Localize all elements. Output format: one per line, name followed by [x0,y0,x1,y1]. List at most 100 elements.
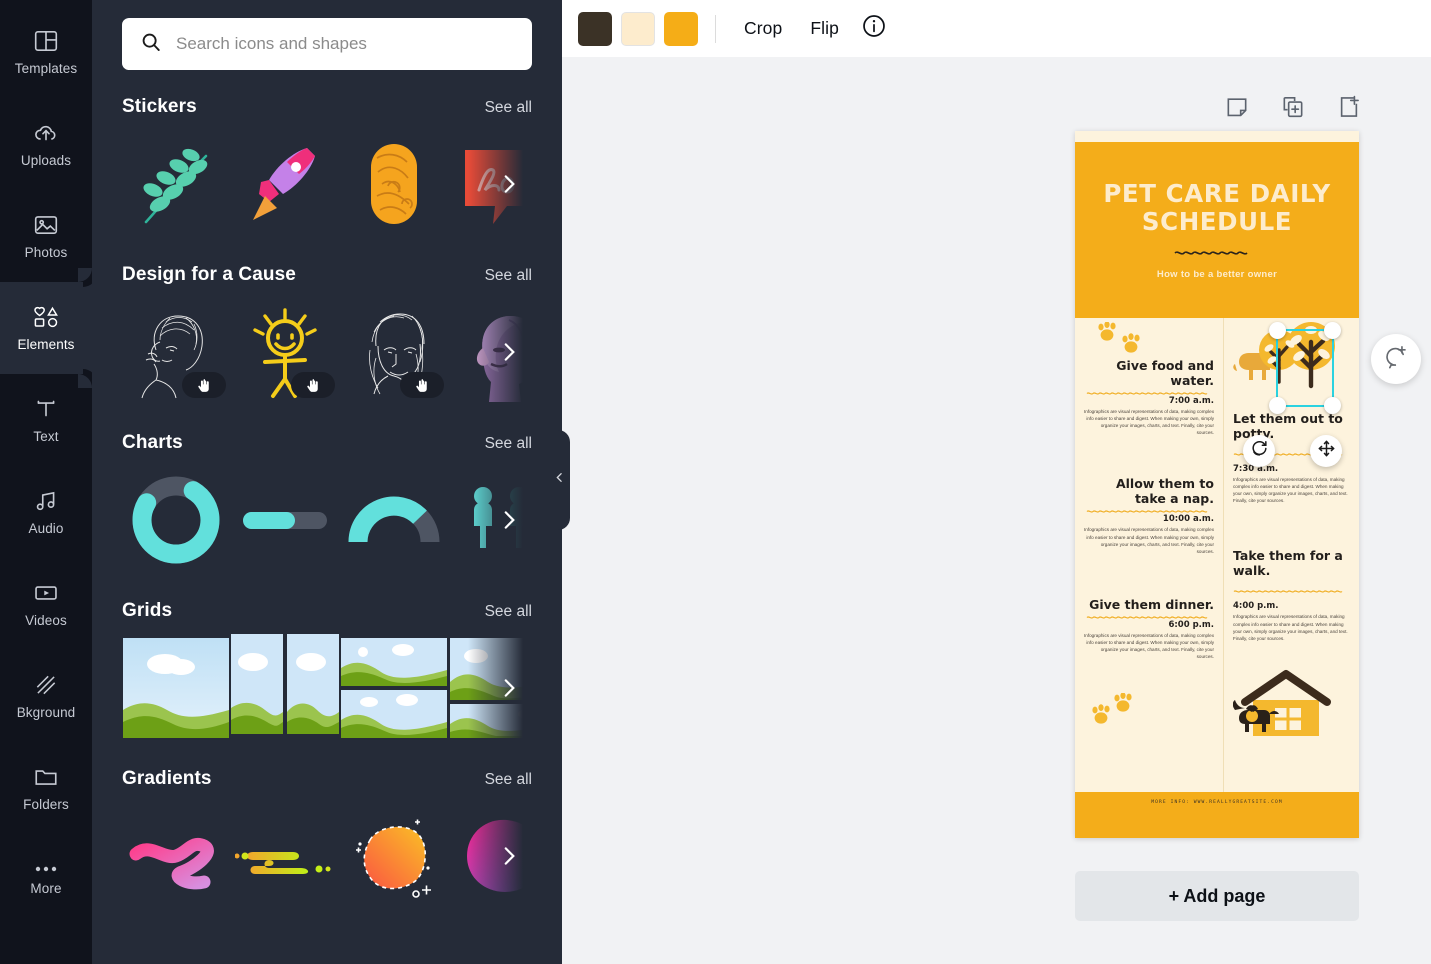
sidebar-item-text[interactable]: Text [0,374,92,466]
schedule-item: Allow them to take a nap. 10:00 a.m. Inf… [1084,476,1214,554]
rocket-sticker[interactable] [231,130,339,238]
schedule-heading: Give food and water. [1116,358,1214,388]
section-charts: Charts See all [92,432,562,574]
sidebar-item-label: Templates [14,61,78,76]
sidebar-item-label: Uploads [20,153,72,168]
text-icon [33,396,59,422]
schedule-body: Infographics are visual representations … [1084,632,1214,660]
section-design-for-a-cause: Design for a Cause See all [92,264,562,406]
top-toolbar: Crop Flip [562,0,1431,57]
gauge-chart[interactable] [340,466,448,574]
color-swatch-1[interactable] [578,11,612,46]
line-art-woman-face[interactable] [340,298,448,406]
info-circle-icon [861,13,887,44]
sticker-row [122,130,532,238]
sidebar-item-uploads[interactable]: Uploads [0,98,92,190]
sidebar-item-bkground[interactable]: Bkground [0,650,92,742]
design-row [122,298,532,406]
section-title: Grids [122,600,173,621]
schedule-time: 4:00 p.m. [1233,601,1279,612]
elements-panel: Stickers See all [92,0,562,964]
see-all-gradients[interactable]: See all [485,771,532,789]
lime-liquid-blob[interactable] [231,802,339,910]
charts-row [122,466,532,574]
schedule-heading: Give them dinner. [1089,596,1214,612]
orange-dashed-blob[interactable] [340,802,448,910]
sidebar-item-videos[interactable]: Videos [0,558,92,650]
chevron-right-icon[interactable] [496,507,522,533]
flip-button[interactable]: Flip [796,10,853,47]
pink-brush-stroke[interactable] [122,802,230,910]
poster-footer: MORE INFO: WWW.REALLYGREATSITE.COM [1075,792,1359,838]
toolbar-divider [715,14,716,43]
duplicate-page-icon[interactable] [1280,94,1306,125]
line-art-woman-profile[interactable] [122,298,230,406]
rotate-icon [1250,439,1269,463]
schedule-body: Infographics are visual representations … [1084,409,1214,436]
see-all-stickers[interactable]: See all [485,99,532,117]
section-header: Stickers See all [122,96,532,118]
resize-handle-top-left[interactable] [1269,322,1286,339]
resize-handle-bottom-right[interactable] [1324,397,1341,414]
chevron-left-icon [553,471,566,489]
house-and-dog-illustration[interactable] [1232,666,1350,745]
see-all-grids[interactable]: See all [485,603,532,621]
grid-two-rows[interactable] [340,634,448,742]
chevron-right-icon[interactable] [496,843,522,869]
hand-drag-icon [182,372,226,398]
search-box[interactable] [122,18,532,70]
search-input[interactable] [176,34,514,54]
resize-handle-bottom-left[interactable] [1269,397,1286,414]
info-button[interactable] [861,13,887,44]
sidebar-item-label: Text [33,429,59,444]
move-button[interactable] [1310,435,1342,467]
crop-button[interactable]: Crop [730,10,796,47]
chevron-right-icon[interactable] [496,339,522,365]
sidebar-item-label: More [30,881,62,896]
notes-icon[interactable] [1224,94,1250,125]
wood-texture-sticker[interactable] [340,130,448,238]
paw-prints-decoration [1091,692,1147,732]
section-header: Design for a Cause See all [122,264,532,286]
selection-box[interactable] [1269,322,1341,414]
templates-icon [33,28,59,54]
sidebar-item-templates[interactable]: Templates [0,6,92,98]
color-swatch-3[interactable] [664,11,698,46]
sidebar-item-folders[interactable]: Folders [0,742,92,834]
sidebar-item-label: Folders [23,797,69,812]
add-page-button[interactable]: + Add page [1075,871,1359,921]
collapse-panel-button[interactable] [548,430,570,530]
chevron-right-icon[interactable] [496,675,522,701]
poster-banner: PET CARE DAILY SCHEDULE How to be a bett… [1075,142,1359,318]
leaf-branch-sticker[interactable] [122,130,230,238]
sidebar-item-audio[interactable]: Audio [0,466,92,558]
see-all-design-for-a-cause[interactable]: See all [485,267,532,285]
schedule-heading: Take them for a walk. [1233,548,1343,579]
progress-bar-chart[interactable] [231,466,339,574]
grid-two-columns[interactable] [231,634,339,742]
poster-column-left: Give food and water. 7:00 a.m. Infograph… [1075,318,1223,792]
donut-chart[interactable] [122,466,230,574]
resize-handle-top-right[interactable] [1324,322,1341,339]
add-page-icon[interactable] [1336,94,1362,125]
schedule-heading: Allow them to take a nap. [1115,476,1214,507]
sidebar-item-more[interactable]: More [0,834,92,926]
see-all-charts[interactable]: See all [485,435,532,453]
gradients-row [122,802,532,910]
ellipsis-icon [33,864,59,874]
yellow-stick-figure[interactable] [231,298,339,406]
sidebar-item-label: Elements [17,337,75,352]
color-swatch-2[interactable] [621,11,655,46]
section-title: Design for a Cause [122,264,296,285]
design-page[interactable]: PET CARE DAILY SCHEDULE How to be a bett… [1075,131,1359,838]
hand-drag-icon [291,372,335,398]
poster-subtitle: How to be a better owner [1156,268,1278,280]
comment-add-icon [1383,344,1409,375]
rotate-button[interactable] [1243,435,1275,467]
comment-button[interactable] [1371,334,1421,384]
grids-row [122,634,532,742]
chevron-right-icon[interactable] [496,171,522,197]
sidebar-item-elements[interactable]: Elements [0,268,92,388]
schedule-item: Give them dinner. 6:00 p.m. Infographics… [1084,597,1214,660]
grid-single[interactable] [122,634,230,742]
